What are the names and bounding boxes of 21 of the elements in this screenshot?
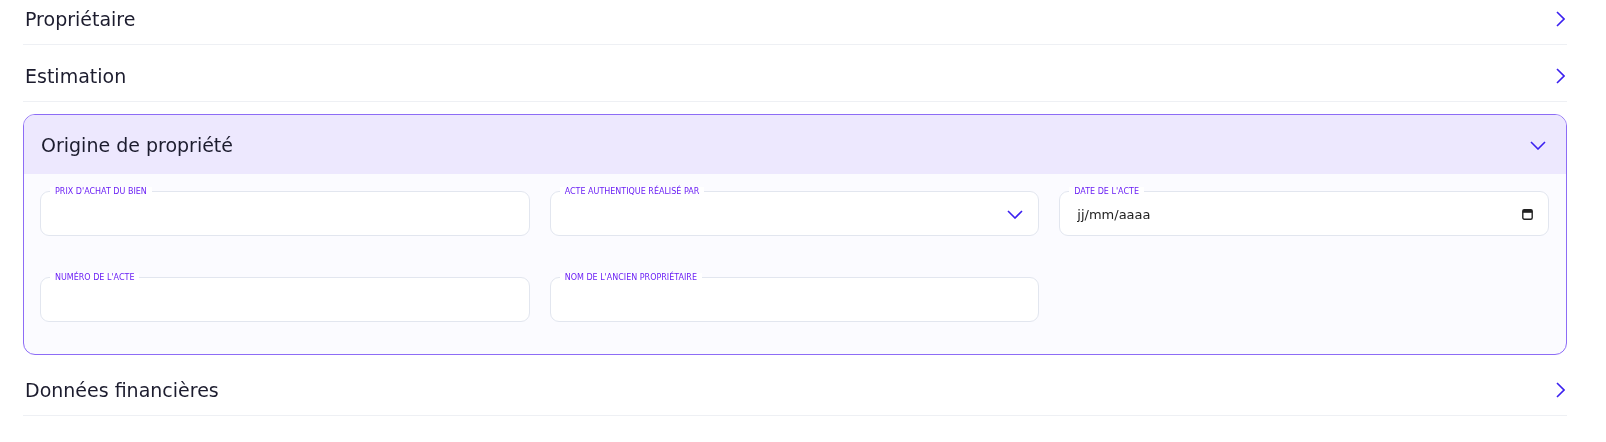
field-label: NUMÉRO DE L'ACTE	[50, 273, 140, 282]
date-field[interactable]: DATE DE L'ACTE jj/mm/aaaa	[1059, 187, 1549, 236]
chevron-down-icon	[1007, 209, 1024, 219]
input-field[interactable]: NOM DE L'ANCIEN PROPRIÉTAIRE	[549, 273, 1040, 322]
select-field[interactable]: ACTE AUTHENTIQUE RÉALISÉ PAR	[549, 187, 1040, 236]
section-header[interactable]: Origine de propriété	[24, 115, 1566, 174]
section-header[interactable]: Propriétaire	[23, 0, 1567, 45]
chevron-right-icon	[1555, 382, 1565, 398]
chevron-down-icon	[1530, 139, 1546, 150]
field-label: NOM DE L'ANCIEN PROPRIÉTAIRE	[559, 273, 702, 282]
field-label: DATE DE L'ACTE	[1069, 187, 1144, 196]
input-field[interactable]: PRIX D'ACHAT DU BIEN	[40, 187, 530, 236]
input-field[interactable]: NUMÉRO DE L'ACTE	[40, 273, 530, 322]
calendar-icon	[1522, 208, 1533, 220]
section-header[interactable]: Estimation	[23, 51, 1567, 102]
field-label: PRIX D'ACHAT DU BIEN	[50, 187, 152, 196]
date-placeholder: jj/mm/aaaa	[1077, 206, 1151, 222]
chevron-right-icon	[1555, 68, 1565, 84]
field-label: ACTE AUTHENTIQUE RÉALISÉ PAR	[559, 187, 705, 196]
section-header[interactable]: Données financières	[23, 365, 1567, 416]
chevron-right-icon	[1555, 11, 1565, 27]
